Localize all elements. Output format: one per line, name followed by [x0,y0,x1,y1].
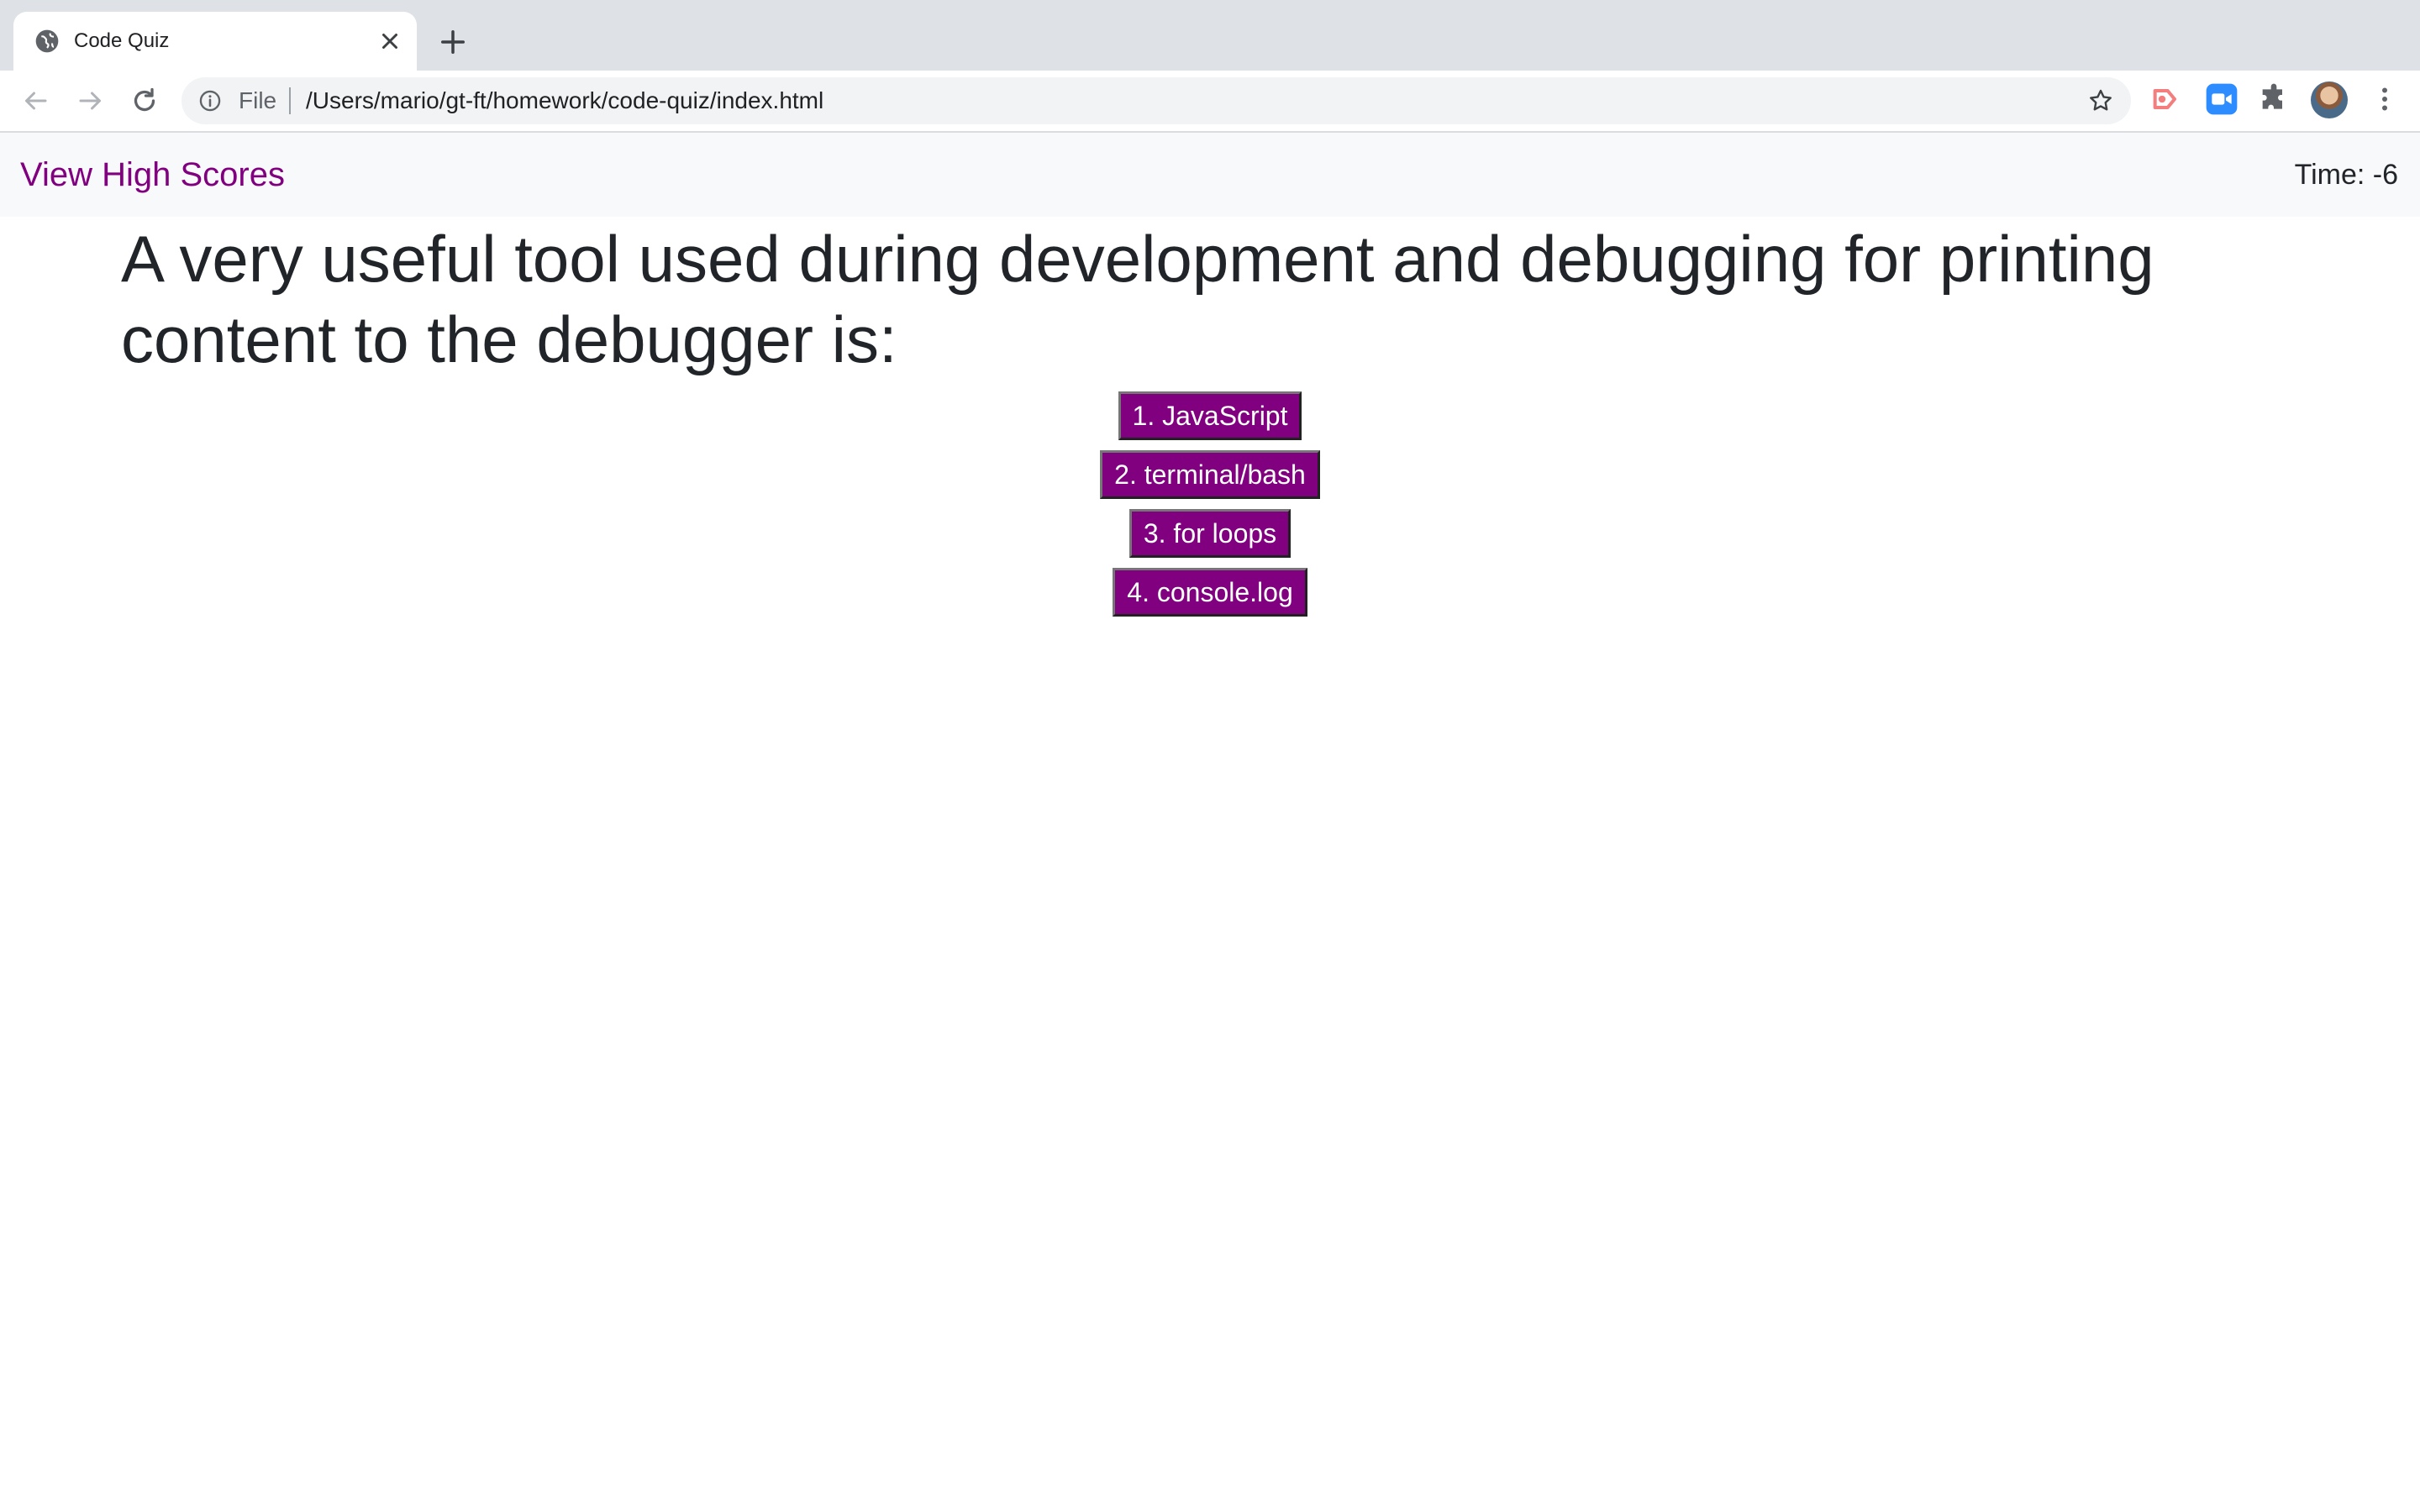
reload-icon[interactable] [129,86,160,116]
browser-tab[interactable]: Code Quiz [13,12,417,71]
browser-tab-strip: Code Quiz [0,0,2420,71]
zoom-extension-icon[interactable] [2205,82,2238,116]
screencast-extension-icon[interactable] [2149,82,2183,116]
view-high-scores-link[interactable]: View High Scores [20,133,285,217]
answer-list: 1. JavaScript 2. terminal/bash 3. for lo… [0,391,2420,627]
url-divider [289,87,291,114]
globe-icon [35,29,59,53]
info-icon[interactable] [198,89,222,113]
page-content: View High Scores Time: -6 A very useful … [0,133,2420,1512]
address-bar[interactable]: File /Users/mario/gt-ft/homework/code-qu… [182,77,2131,124]
bookmark-star-icon[interactable] [2087,87,2114,114]
url-text[interactable]: /Users/mario/gt-ft/homework/code-quiz/in… [306,77,823,124]
answer-button-4[interactable]: 4. console.log [1113,568,1307,617]
new-tab-plus-icon[interactable] [435,24,471,60]
answer-button-1[interactable]: 1. JavaScript [1118,391,1302,440]
answer-button-3[interactable]: 3. for loops [1128,509,1292,558]
quiz-navbar: View High Scores Time: -6 [0,133,2420,217]
profile-avatar[interactable] [2311,81,2348,118]
back-arrow-icon[interactable] [20,86,50,116]
question-text: A very useful tool used during developme… [121,222,2154,376]
url-scheme-label: File [239,87,277,113]
timer-display: Time: -6 [2294,159,2398,191]
answer-button-2[interactable]: 2. terminal/bash [1100,450,1320,499]
extensions-puzzle-icon[interactable] [2257,82,2291,116]
browser-toolbar: File /Users/mario/gt-ft/homework/code-qu… [0,71,2420,133]
tab-title: Code Quiz [74,29,170,52]
forward-arrow-icon[interactable] [76,86,106,116]
close-icon[interactable] [375,26,405,56]
more-menu-icon[interactable] [2370,84,2400,114]
